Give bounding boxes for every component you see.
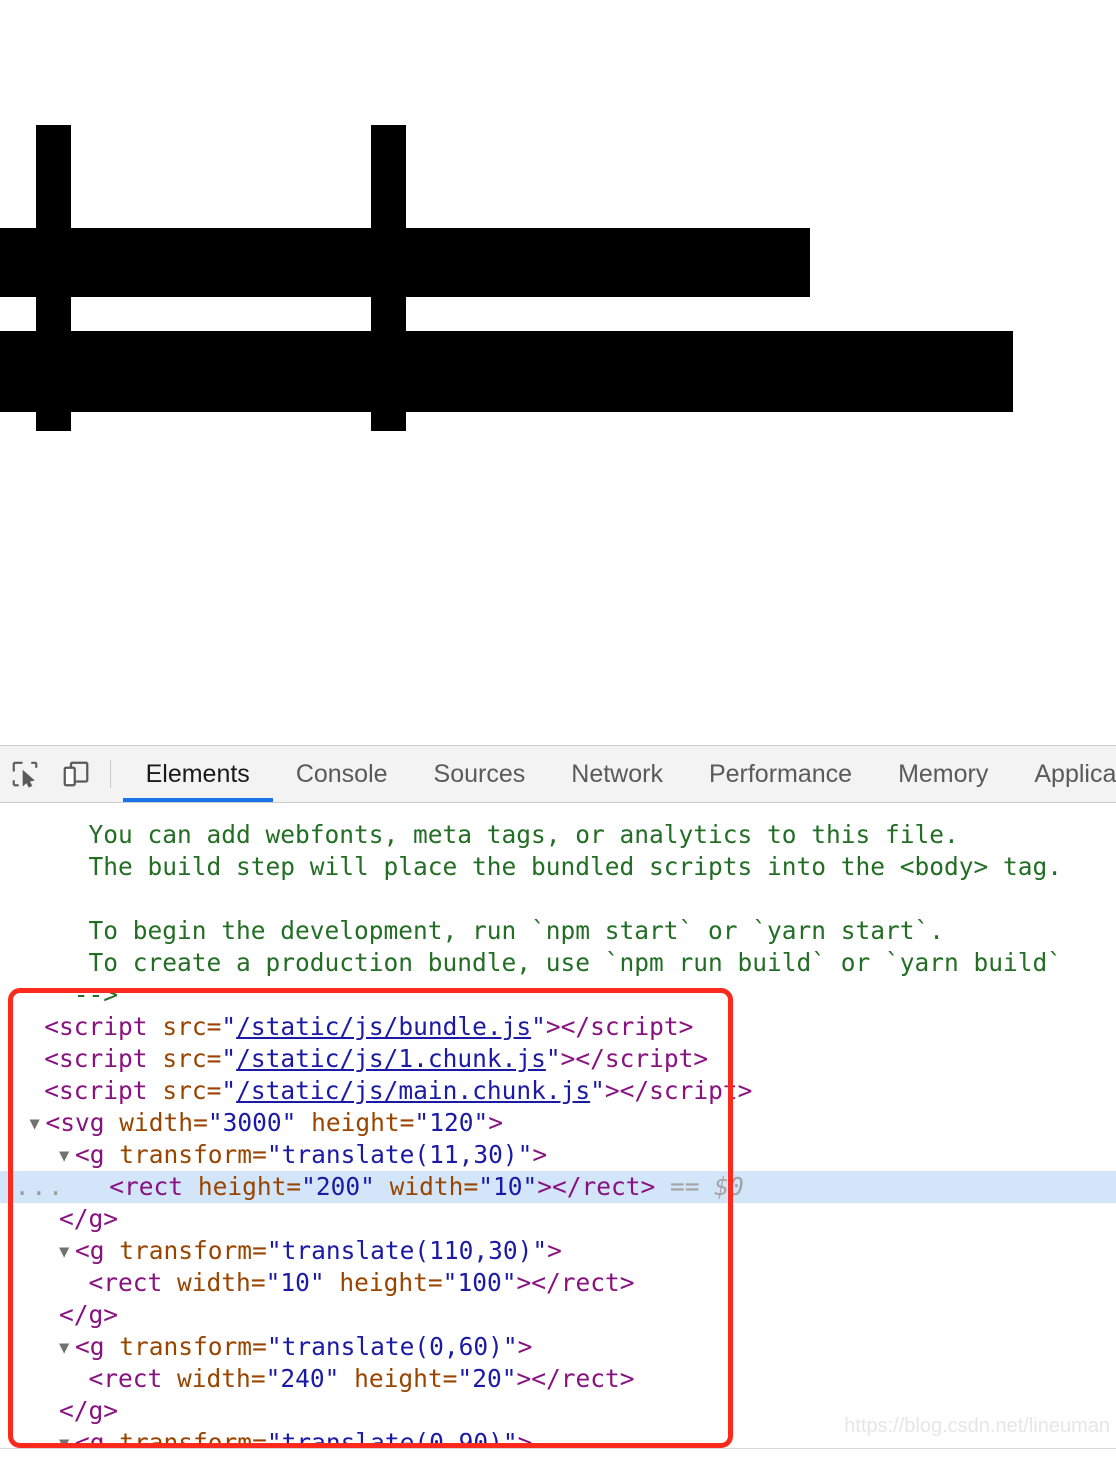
close-g-tag: </g> [59,1396,119,1425]
rect-height-value: 200 [315,1172,361,1201]
expand-triangle-icon[interactable]: ▼ [59,1140,75,1172]
comment-text: To create a production bundle, use `npm … [88,948,1063,977]
selected-dom-row[interactable]: ... <rect height="200" width="10"></rect… [0,1171,1116,1203]
tag-name: script [59,1044,148,1073]
comment-close-text: --> [73,980,119,1009]
rect-width-value: 240 [280,1364,325,1393]
tab-memory[interactable]: Memory [875,746,1011,802]
comment-text: To begin the development, run `npm start… [88,916,945,945]
tab-elements[interactable]: Elements [122,746,274,802]
script-src-link[interactable]: /static/js/main.chunk.js [236,1076,590,1105]
svg-rect-bar-3 [0,228,810,297]
attr-name: src [162,1076,207,1105]
tag-name-close: script [590,1012,679,1041]
tag-name-close: script [604,1044,694,1073]
tab-network[interactable]: Network [548,746,686,802]
dom-tree-view[interactable]: You can add webfonts, meta tags, or anal… [0,803,1116,1457]
toolbar-divider [109,760,111,788]
tab-performance[interactable]: Performance [686,746,875,802]
comment-close-line: --> [0,979,1116,1011]
g3-open-line[interactable]: ▼ <g transform="translate(0,60)"> [0,1331,1116,1363]
script-chunk1-line[interactable]: <script src="/static/js/1.chunk.js"></sc… [0,1043,1116,1075]
tab-sources[interactable]: Sources [411,746,549,802]
expand-triangle-icon[interactable]: ▼ [59,1236,75,1268]
tag-name: script [59,1012,148,1041]
comment-line: To create a production bundle, use `npm … [0,947,1116,979]
g-transform-value: translate(110,30) [281,1236,533,1265]
svg-height-value: 120 [429,1108,474,1137]
browser-viewport [0,0,1116,745]
comment-line: You can add webfonts, meta tags, or anal… [0,819,1116,851]
devtools-bottom-bar [0,1448,1116,1461]
tag-name: script [59,1076,148,1105]
devtools-panel: Elements Console Sources Network Perform… [0,745,1116,1461]
devtools-tab-strip: Elements Console Sources Network Perform… [122,746,1116,802]
rect-width-value: 10 [492,1172,523,1201]
g1-open-line[interactable]: ▼ <g transform="translate(11,30)"> [0,1139,1116,1171]
comment-text: The build step will place the bundled sc… [88,852,1063,881]
close-g-tag: </g> [59,1300,119,1329]
svg-open-line[interactable]: ▼ <svg width="3000" height="120"> [0,1107,1116,1139]
device-toolbar-icon[interactable] [51,746,102,802]
svg-bar-chart [0,125,1013,431]
devtools-toolbar: Elements Console Sources Network Perform… [0,746,1116,803]
expand-triangle-icon[interactable]: ▼ [59,1332,75,1364]
rect-height-value: 20 [472,1364,502,1393]
inspect-element-icon[interactable] [0,746,51,802]
script-main-line[interactable]: <script src="/static/js/main.chunk.js"><… [0,1075,1116,1107]
attr-name: src [162,1044,207,1073]
rect2-line[interactable]: <rect width="10" height="100"></rect> [0,1267,1116,1299]
g2-close-line: </g> [0,1299,1116,1331]
expand-triangle-icon[interactable]: ▼ [30,1108,46,1140]
g-transform-value: translate(0,60) [281,1332,503,1361]
script-src-link[interactable]: /static/js/bundle.js [236,1012,531,1041]
rect-height-value: 100 [457,1268,502,1297]
tab-console[interactable]: Console [273,746,411,802]
comment-line-blank [0,883,1116,915]
comment-line: To begin the development, run `npm start… [0,915,1116,947]
svg-rect-bar-4 [0,331,1013,412]
comment-text: You can add webfonts, meta tags, or anal… [88,820,959,849]
g2-open-line[interactable]: ▼ <g transform="translate(110,30)"> [0,1235,1116,1267]
comment-line: The build step will place the bundled sc… [0,851,1116,883]
watermark-text: https://blog.csdn.net/lineuman [844,1415,1110,1437]
selected-node-marker: == $0 [670,1172,744,1201]
tag-name-close: script [649,1076,738,1105]
script-bundle-line[interactable]: <script src="/static/js/bundle.js"></scr… [0,1011,1116,1043]
svg-width-value: 3000 [222,1108,282,1137]
tab-application[interactable]: Applica [1011,746,1116,802]
rect3-line[interactable]: <rect width="240" height="20"></rect> [0,1363,1116,1395]
rect-width-value: 10 [280,1268,310,1297]
close-g-tag: </g> [59,1204,119,1233]
attr-name: src [162,1012,207,1041]
g-transform-value: translate(11,30) [281,1140,518,1169]
g1-close-line: </g> [0,1203,1116,1235]
gutter-ellipsis[interactable]: ... [15,1172,65,1201]
script-src-link[interactable]: /static/js/1.chunk.js [236,1044,546,1073]
